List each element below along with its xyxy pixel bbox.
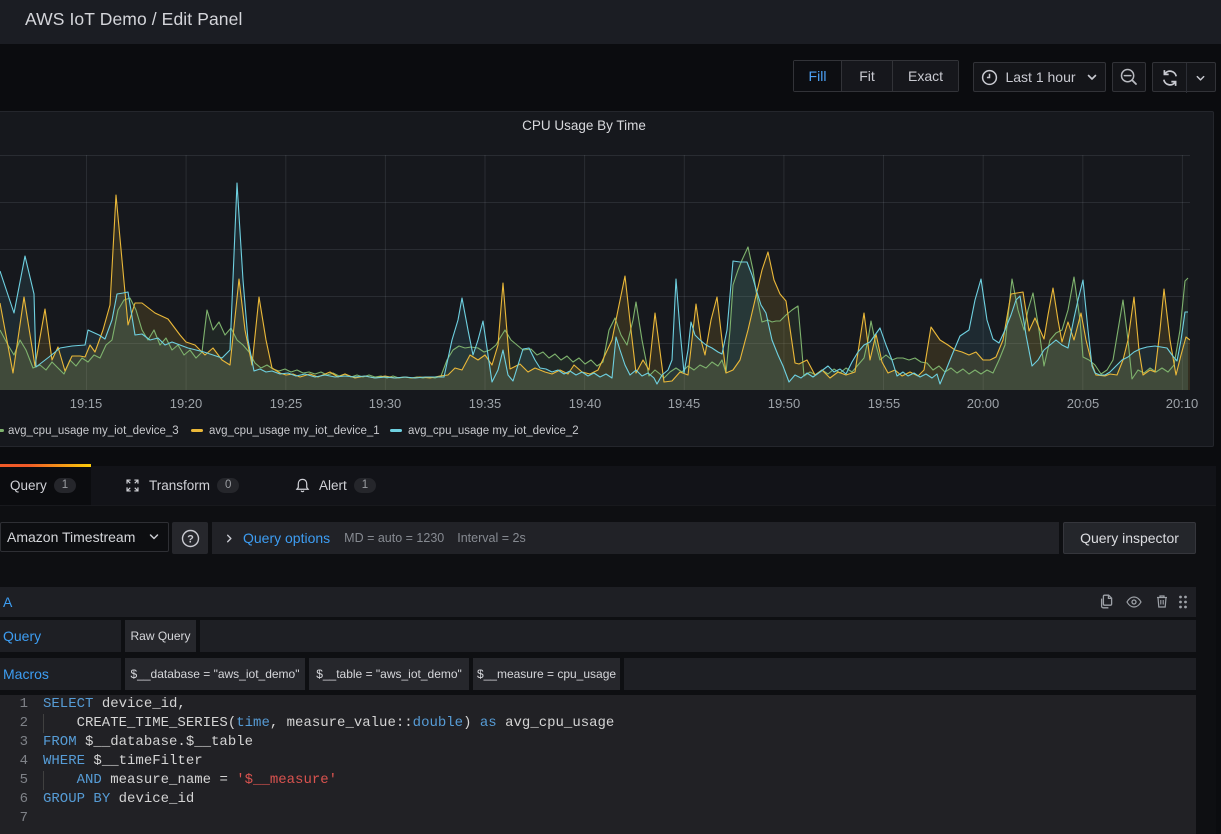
- svg-text:?: ?: [187, 533, 194, 545]
